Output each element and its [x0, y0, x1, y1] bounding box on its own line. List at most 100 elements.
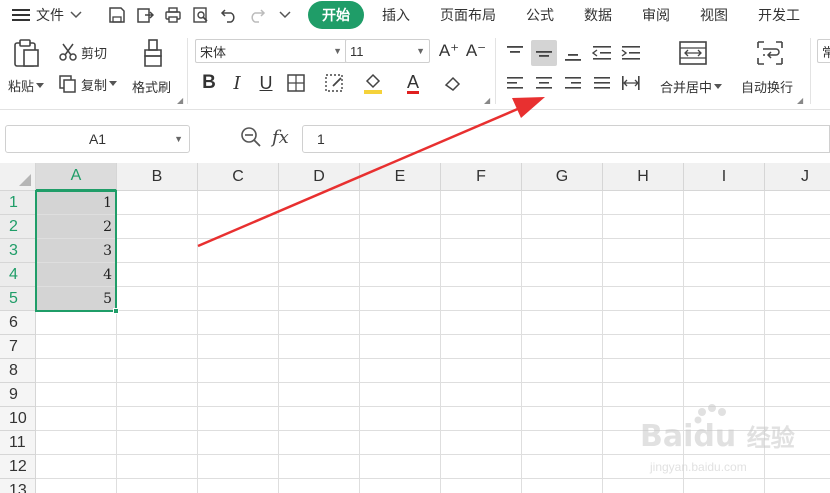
- insert-function-button[interactable]: fx: [272, 127, 289, 148]
- fill-color-button[interactable]: [360, 70, 386, 96]
- fill-handle[interactable]: [113, 308, 119, 314]
- cell-g8[interactable]: [522, 359, 603, 383]
- wrap-text-icon-wrap[interactable]: [756, 40, 784, 66]
- cell-g6[interactable]: [522, 311, 603, 335]
- cell-g13[interactable]: [522, 479, 603, 493]
- cell-c8[interactable]: [198, 359, 279, 383]
- paste-button[interactable]: [12, 38, 40, 68]
- cell-d12[interactable]: [279, 455, 360, 479]
- cell-c4[interactable]: [198, 263, 279, 287]
- cell-i4[interactable]: [684, 263, 765, 287]
- cell-a13[interactable]: [36, 479, 117, 493]
- cell-c12[interactable]: [198, 455, 279, 479]
- align-center-button[interactable]: [531, 70, 557, 96]
- cell-c10[interactable]: [198, 407, 279, 431]
- cell-b9[interactable]: [117, 383, 198, 407]
- column-header-b[interactable]: B: [117, 163, 198, 191]
- cell-e6[interactable]: [360, 311, 441, 335]
- increase-indent-button[interactable]: [618, 40, 644, 66]
- tab-review[interactable]: 审阅: [630, 1, 682, 29]
- font-size-increase-button[interactable]: A⁺: [436, 38, 462, 64]
- column-header-d[interactable]: D: [279, 163, 360, 191]
- column-header-h[interactable]: H: [603, 163, 684, 191]
- cell-g9[interactable]: [522, 383, 603, 407]
- cell-b11[interactable]: [117, 431, 198, 455]
- cell-e10[interactable]: [360, 407, 441, 431]
- cell-d2[interactable]: [279, 215, 360, 239]
- cell-e3[interactable]: [360, 239, 441, 263]
- cell-j7[interactable]: [765, 335, 830, 359]
- align-left-button[interactable]: [502, 70, 528, 96]
- row-header-10[interactable]: 10: [0, 407, 36, 431]
- cell-b13[interactable]: [117, 479, 198, 493]
- cell-f4[interactable]: [441, 263, 522, 287]
- cell-h2[interactable]: [603, 215, 684, 239]
- cell-c1[interactable]: [198, 191, 279, 215]
- font-size-decrease-button[interactable]: A⁻: [463, 38, 489, 64]
- cell-g12[interactable]: [522, 455, 603, 479]
- cell-d3[interactable]: [279, 239, 360, 263]
- cell-i2[interactable]: [684, 215, 765, 239]
- underline-button[interactable]: U: [253, 70, 279, 96]
- cell-i6[interactable]: [684, 311, 765, 335]
- row-header-13[interactable]: 13: [0, 479, 36, 493]
- tab-view[interactable]: 视图: [688, 1, 740, 29]
- cell-e5[interactable]: [360, 287, 441, 311]
- cell-c6[interactable]: [198, 311, 279, 335]
- cell-h3[interactable]: [603, 239, 684, 263]
- number-format-select[interactable]: 常: [817, 39, 830, 63]
- column-header-i[interactable]: I: [684, 163, 765, 191]
- cell-f8[interactable]: [441, 359, 522, 383]
- cell-h1[interactable]: [603, 191, 684, 215]
- cell-i3[interactable]: [684, 239, 765, 263]
- paste-dropdown[interactable]: 粘贴: [8, 76, 45, 95]
- row-header-5[interactable]: 5: [0, 287, 36, 311]
- formula-input[interactable]: 1: [302, 125, 830, 153]
- cell-j6[interactable]: [765, 311, 830, 335]
- cell-f9[interactable]: [441, 383, 522, 407]
- cell-g2[interactable]: [522, 215, 603, 239]
- cell-f12[interactable]: [441, 455, 522, 479]
- wrap-text-button[interactable]: 自动换行: [741, 77, 793, 96]
- cell-h5[interactable]: [603, 287, 684, 311]
- font-color-button[interactable]: A: [400, 70, 426, 96]
- cell-a12[interactable]: [36, 455, 117, 479]
- cell-a2[interactable]: 2: [36, 215, 117, 239]
- row-header-6[interactable]: 6: [0, 311, 36, 335]
- cell-a10[interactable]: [36, 407, 117, 431]
- cell-a5[interactable]: 5: [36, 287, 117, 311]
- cell-a11[interactable]: [36, 431, 117, 455]
- file-menu[interactable]: 文件: [0, 5, 100, 25]
- cell-style-button[interactable]: [322, 70, 348, 96]
- cell-a8[interactable]: [36, 359, 117, 383]
- decrease-indent-button[interactable]: [589, 40, 615, 66]
- column-header-c[interactable]: C: [198, 163, 279, 191]
- cell-d8[interactable]: [279, 359, 360, 383]
- cell-c11[interactable]: [198, 431, 279, 455]
- name-box[interactable]: A1 ▼: [5, 125, 190, 153]
- cell-f1[interactable]: [441, 191, 522, 215]
- redo-icon[interactable]: [246, 4, 268, 26]
- cell-d5[interactable]: [279, 287, 360, 311]
- tab-data[interactable]: 数据: [572, 1, 624, 29]
- row-header-8[interactable]: 8: [0, 359, 36, 383]
- copy-button[interactable]: 复制: [58, 74, 118, 94]
- cell-h4[interactable]: [603, 263, 684, 287]
- distribute-button[interactable]: [618, 70, 644, 96]
- cut-button[interactable]: 剪切: [58, 42, 107, 62]
- row-header-3[interactable]: 3: [0, 239, 36, 263]
- cell-g5[interactable]: [522, 287, 603, 311]
- cell-f2[interactable]: [441, 215, 522, 239]
- cell-h8[interactable]: [603, 359, 684, 383]
- cell-a7[interactable]: [36, 335, 117, 359]
- cell-e2[interactable]: [360, 215, 441, 239]
- tab-page-layout[interactable]: 页面布局: [428, 1, 508, 29]
- row-header-12[interactable]: 12: [0, 455, 36, 479]
- undo-icon[interactable]: [218, 4, 240, 26]
- cell-f6[interactable]: [441, 311, 522, 335]
- cell-e9[interactable]: [360, 383, 441, 407]
- cell-e4[interactable]: [360, 263, 441, 287]
- cell-g11[interactable]: [522, 431, 603, 455]
- cell-d7[interactable]: [279, 335, 360, 359]
- cell-i1[interactable]: [684, 191, 765, 215]
